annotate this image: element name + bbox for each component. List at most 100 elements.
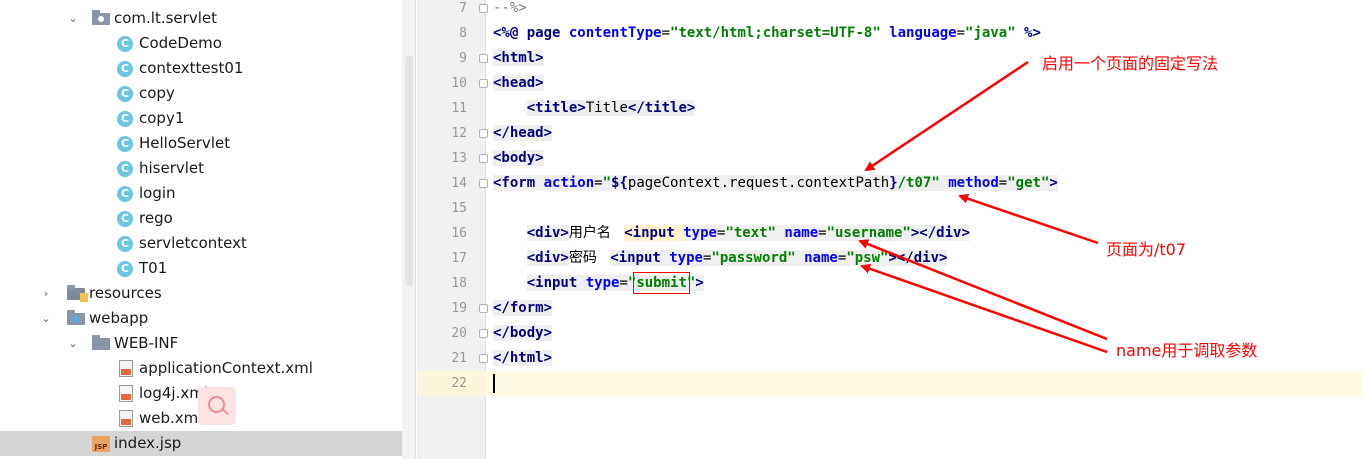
tree-item-xml[interactable]: applicationContext.xml [0, 356, 402, 381]
tree-item-class[interactable]: C T01 [0, 256, 402, 281]
tree-item-class[interactable]: C copy [0, 81, 402, 106]
line-number: 11 [451, 101, 467, 116]
tree-item-class[interactable]: C copy1 [0, 106, 402, 131]
tree-item-label: T01 [139, 259, 168, 277]
tree-item-label: servletcontext [139, 234, 247, 252]
token: <form [493, 175, 544, 191]
token: 密码 [568, 250, 611, 266]
class-icon: C [117, 136, 133, 152]
token: 用户名 [568, 225, 625, 241]
resources-folder-icon [67, 285, 88, 302]
line-number: 22 [451, 376, 467, 391]
class-icon: C [117, 211, 133, 227]
project-tree: ▾ ⌄ com.lt.servlet C CodeDemo C contextt… [0, 0, 402, 459]
web-folder-icon [67, 310, 85, 325]
chevron-right-icon[interactable]: › [39, 281, 53, 306]
token: <div> [526, 225, 569, 241]
fold-marker-icon[interactable] [479, 354, 488, 363]
fold-marker-icon[interactable] [479, 329, 488, 338]
tree-item-webapp[interactable]: ⌄ webapp [0, 306, 402, 331]
fold-marker-icon[interactable] [479, 79, 488, 88]
line-number: 15 [451, 201, 467, 216]
tree-item-class[interactable]: C rego [0, 206, 402, 231]
fold-marker-icon[interactable] [479, 179, 488, 188]
text-caret [493, 374, 495, 393]
token: = [619, 275, 628, 291]
token: method [939, 175, 999, 191]
tree-item-class[interactable]: C HelloServlet [0, 131, 402, 156]
class-icon: C [117, 111, 133, 127]
code-line-14: <form action="${pageContext.request.cont… [493, 171, 1058, 196]
code-line-8: <%@ page contentType="text/html;charset=… [493, 21, 1041, 46]
tree-item-label: rego [139, 209, 173, 227]
token: > [1049, 175, 1058, 191]
token: "text" [725, 225, 776, 241]
tree-item-class[interactable]: C hiservlet [0, 156, 402, 181]
chevron-down-icon[interactable]: ⌄ [66, 331, 80, 356]
chevron-down-icon[interactable]: ⌄ [66, 6, 80, 31]
code-line-17: <div>密码 <input type="password" name="psw… [493, 246, 948, 271]
token: <input [624, 225, 684, 241]
tree-item-label: contexttest01 [139, 59, 244, 77]
code-line-16: <div>用户名 <input type="text" name="userna… [493, 221, 970, 246]
search-icon[interactable] [198, 387, 236, 425]
tree-item-class[interactable]: C CodeDemo [0, 31, 402, 56]
class-icon: C [117, 261, 133, 277]
fold-marker-icon[interactable] [479, 304, 488, 313]
fold-marker-icon[interactable] [479, 154, 488, 163]
code-line-10: <head> [493, 71, 544, 96]
token: language [880, 25, 957, 41]
line-number: 18 [451, 276, 467, 291]
line-number: 17 [451, 251, 467, 266]
class-icon: C [117, 161, 133, 177]
token: name [795, 250, 838, 266]
code-editor[interactable]: 7 8 9 10 11 12 13 14 15 16 17 18 19 20 2… [417, 0, 1363, 459]
token: " [602, 175, 612, 191]
fold-marker-icon[interactable] [479, 54, 488, 63]
token: "text/html;charset=UTF-8" [670, 25, 881, 41]
token: = [594, 175, 603, 191]
submit-value-highlight: submit [633, 272, 690, 294]
token: "psw" [846, 250, 889, 266]
token: </head> [493, 125, 553, 141]
line-number: 8 [459, 26, 467, 41]
tree-item-class[interactable]: C servletcontext [0, 231, 402, 256]
token: = [661, 25, 671, 41]
tree-item-package[interactable]: ⌄ com.lt.servlet [0, 6, 402, 31]
token: <input [526, 275, 586, 291]
tree-item-label: web.xml [139, 409, 203, 427]
code-line-12: </head> [493, 121, 553, 146]
annotation-name-param: name用于调取参数 [1116, 341, 1258, 360]
tree-item-resources[interactable]: › resources [0, 281, 402, 306]
folder-icon [92, 335, 110, 350]
token: <html> [493, 50, 544, 66]
line-number: 10 [451, 76, 467, 91]
token: "username" [826, 225, 911, 241]
tree-item-label: copy [139, 84, 175, 102]
token: = [818, 225, 827, 241]
line-number: 9 [459, 51, 467, 66]
fold-marker-icon[interactable] [479, 129, 488, 138]
token: > [695, 275, 704, 291]
fold-marker-icon[interactable] [479, 4, 488, 13]
xml-file-icon [119, 385, 133, 402]
tree-item-class[interactable]: C login [0, 181, 402, 206]
tree-scrollbar[interactable] [402, 0, 416, 459]
token: "password" [711, 250, 796, 266]
tree-item-jsp-selected[interactable]: JSP index.jsp [0, 431, 402, 456]
line-number: 7 [459, 1, 467, 16]
class-icon: C [117, 86, 133, 102]
tree-item-label: copy1 [139, 109, 185, 127]
tree-item-class[interactable]: C contexttest01 [0, 56, 402, 81]
token: <title> [526, 100, 586, 116]
token: Title [585, 100, 628, 116]
token: type [585, 275, 620, 291]
chevron-down-icon[interactable]: ⌄ [39, 306, 53, 331]
line-number: 14 [451, 176, 467, 191]
scrollbar-thumb[interactable] [405, 56, 413, 286]
tree-item-label: index.jsp [114, 434, 182, 452]
line-number: 19 [451, 301, 467, 316]
token: </html> [493, 350, 553, 366]
token: type [683, 225, 717, 241]
tree-item-folder[interactable]: ⌄ WEB-INF [0, 331, 402, 356]
